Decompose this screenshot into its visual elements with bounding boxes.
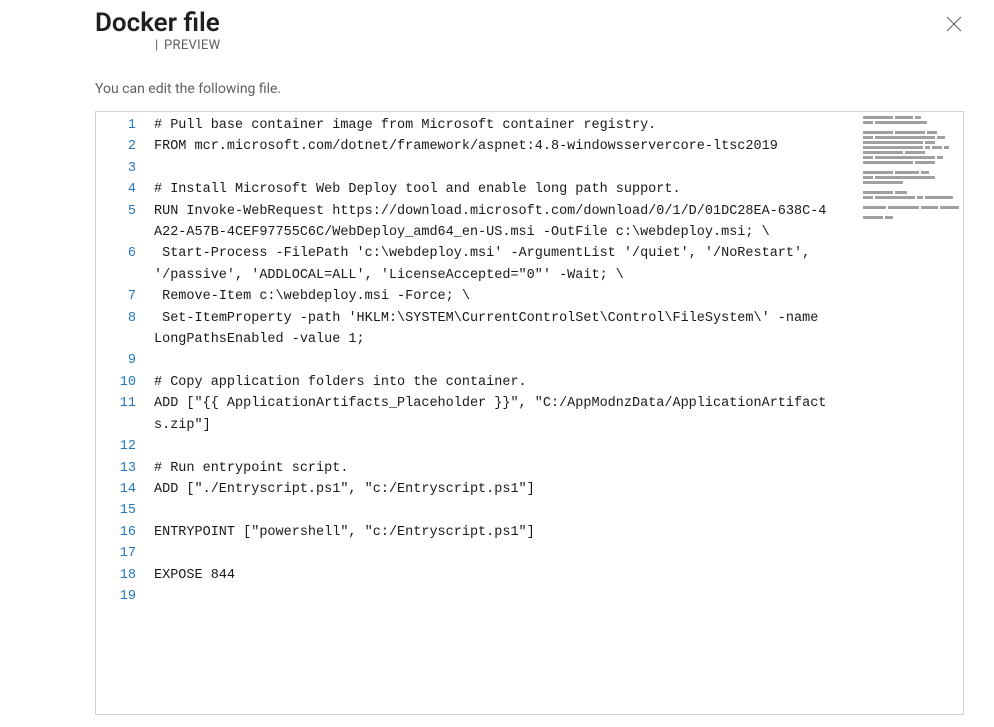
- code-line[interactable]: FROM mcr.microsoft.com/dotnet/framework/…: [154, 136, 833, 157]
- line-gutter: 12345678910111213141516171819: [96, 112, 148, 714]
- line-number: 17: [96, 543, 136, 564]
- subheader-text: You can edit the following file.: [95, 81, 964, 97]
- code-line[interactable]: [154, 350, 833, 371]
- code-line[interactable]: [154, 436, 833, 457]
- line-number: 1: [96, 115, 136, 136]
- code-line[interactable]: [154, 586, 833, 607]
- code-line[interactable]: [154, 500, 833, 521]
- close-button[interactable]: [940, 10, 968, 38]
- line-number: 19: [96, 586, 136, 607]
- line-number: 14: [96, 479, 136, 500]
- code-editor[interactable]: 12345678910111213141516171819 # Pull bas…: [95, 111, 964, 715]
- line-number: 7: [96, 286, 136, 307]
- line-number: 11: [96, 393, 136, 436]
- code-line[interactable]: EXPOSE 844: [154, 565, 833, 586]
- code-line[interactable]: RUN Invoke-WebRequest https://download.m…: [154, 201, 833, 244]
- code-line[interactable]: [154, 158, 833, 179]
- line-number: 15: [96, 500, 136, 521]
- line-number: 18: [96, 565, 136, 586]
- dockerfile-panel: Docker file | PREVIEW You can edit the f…: [0, 0, 994, 715]
- line-number: 9: [96, 350, 136, 371]
- preview-badge: | PREVIEW: [95, 38, 964, 53]
- code-line[interactable]: ADD ["{{ ApplicationArtifacts_Placeholde…: [154, 393, 833, 436]
- panel-header: Docker file: [95, 8, 964, 38]
- code-line[interactable]: # Install Microsoft Web Deploy tool and …: [154, 179, 833, 200]
- line-number: 16: [96, 522, 136, 543]
- code-line[interactable]: ENTRYPOINT ["powershell", "c:/Entryscrip…: [154, 522, 833, 543]
- line-number: 10: [96, 372, 136, 393]
- line-number: 12: [96, 436, 136, 457]
- code-line[interactable]: ADD ["./Entryscript.ps1", "c:/Entryscrip…: [154, 479, 833, 500]
- code-content[interactable]: # Pull base container image from Microso…: [148, 112, 963, 714]
- line-number: 5: [96, 201, 136, 244]
- code-line[interactable]: Start-Process -FilePath 'c:\webdeploy.ms…: [154, 243, 833, 286]
- line-number: 2: [96, 136, 136, 157]
- line-number: 13: [96, 458, 136, 479]
- code-line[interactable]: # Pull base container image from Microso…: [154, 115, 833, 136]
- close-icon: [946, 20, 962, 35]
- line-number: 3: [96, 158, 136, 179]
- code-line[interactable]: # Copy application folders into the cont…: [154, 372, 833, 393]
- line-number: 6: [96, 243, 136, 286]
- line-number: 8: [96, 308, 136, 351]
- panel-title: Docker file: [95, 8, 220, 38]
- code-line[interactable]: Set-ItemProperty -path 'HKLM:\SYSTEM\Cur…: [154, 308, 833, 351]
- code-line[interactable]: Remove-Item c:\webdeploy.msi -Force; \: [154, 286, 833, 307]
- line-number: 4: [96, 179, 136, 200]
- preview-label: PREVIEW: [164, 38, 220, 53]
- code-line[interactable]: [154, 543, 833, 564]
- pipe-separator: |: [155, 38, 158, 53]
- code-line[interactable]: # Run entrypoint script.: [154, 458, 833, 479]
